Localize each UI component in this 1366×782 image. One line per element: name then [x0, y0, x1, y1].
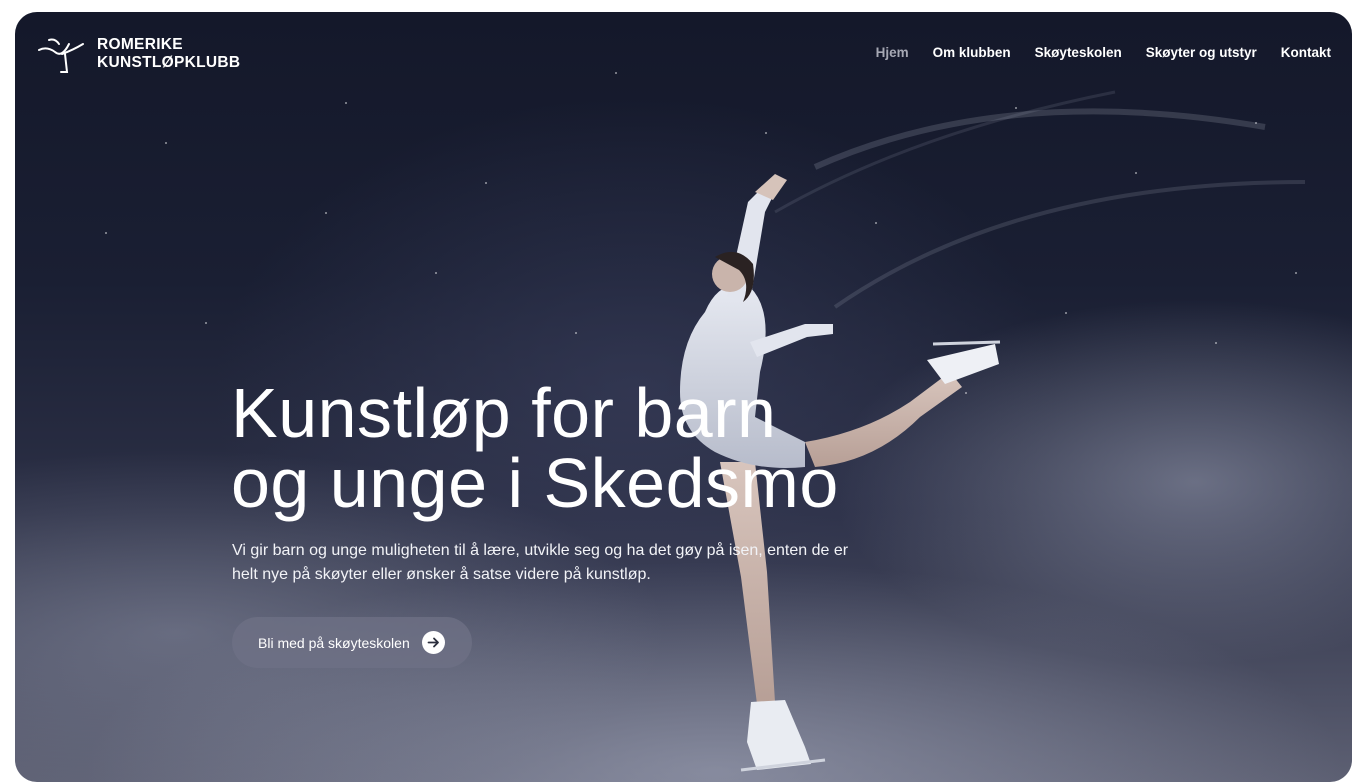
club-name: ROMERIKE KUNSTLØPKLUBB [97, 36, 240, 72]
skater-logo-icon [38, 38, 84, 73]
hero-section: ROMERIKE KUNSTLØPKLUBB Hjem Om klubben S… [15, 12, 1352, 782]
main-nav: Hjem Om klubben Skøyteskolen Skøyter og … [876, 45, 1331, 60]
cta-label: Bli med på skøyteskolen [258, 634, 410, 651]
nav-item-kontakt[interactable]: Kontakt [1281, 45, 1331, 60]
club-logo[interactable]: ROMERIKE KUNSTLØPKLUBB [35, 32, 240, 76]
nav-item-skoyteskolen[interactable]: Skøyteskolen [1035, 45, 1122, 60]
arrow-right-circle-icon [421, 631, 445, 654]
club-name-line1: ROMERIKE [97, 36, 183, 53]
hero-title-line2: og unge i Skedsmo [231, 444, 839, 522]
join-skating-school-button[interactable]: Bli med på skøyteskolen [232, 617, 472, 668]
hero-description-line1: Vi gir barn og unge muligheten til å lær… [232, 542, 849, 559]
hero-description-line2: helt nye på skøyter eller ønsker å satse… [232, 566, 651, 583]
hero-title-line1: Kunstløp for barn [231, 374, 777, 452]
club-name-line2: KUNSTLØPKLUBB [97, 54, 241, 71]
nav-item-hjem[interactable]: Hjem [876, 45, 909, 60]
hero-title: Kunstløp for barn og unge i Skedsmo [231, 378, 991, 518]
hero-description: Vi gir barn og unge muligheten til å lær… [232, 539, 912, 587]
nav-item-om-klubben[interactable]: Om klubben [933, 45, 1011, 60]
nav-item-skoyter-og-utstyr[interactable]: Skøyter og utstyr [1146, 45, 1257, 60]
